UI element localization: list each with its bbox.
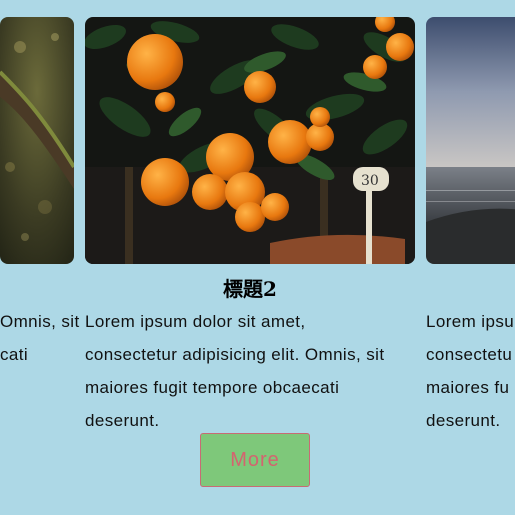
card-2-title: 標題2 [223,277,277,301]
card-3-text: Lorem ipsu consectetu maiores fu deserun… [426,312,515,430]
orange-tree-image: 30 [85,17,415,264]
card-2-text: Lorem ipsum dolor sit amet, consectetur … [85,312,385,430]
more-button[interactable]: More [200,433,310,487]
carousel: Omnis, sit cati 30 標題2 Lorem ipsum dolor… [0,0,515,515]
forest-branch-image [0,17,74,264]
seaside-image [426,17,515,264]
card-1-text: Omnis, sit cati [0,312,80,364]
plant-tag-label: 30 [361,173,379,189]
